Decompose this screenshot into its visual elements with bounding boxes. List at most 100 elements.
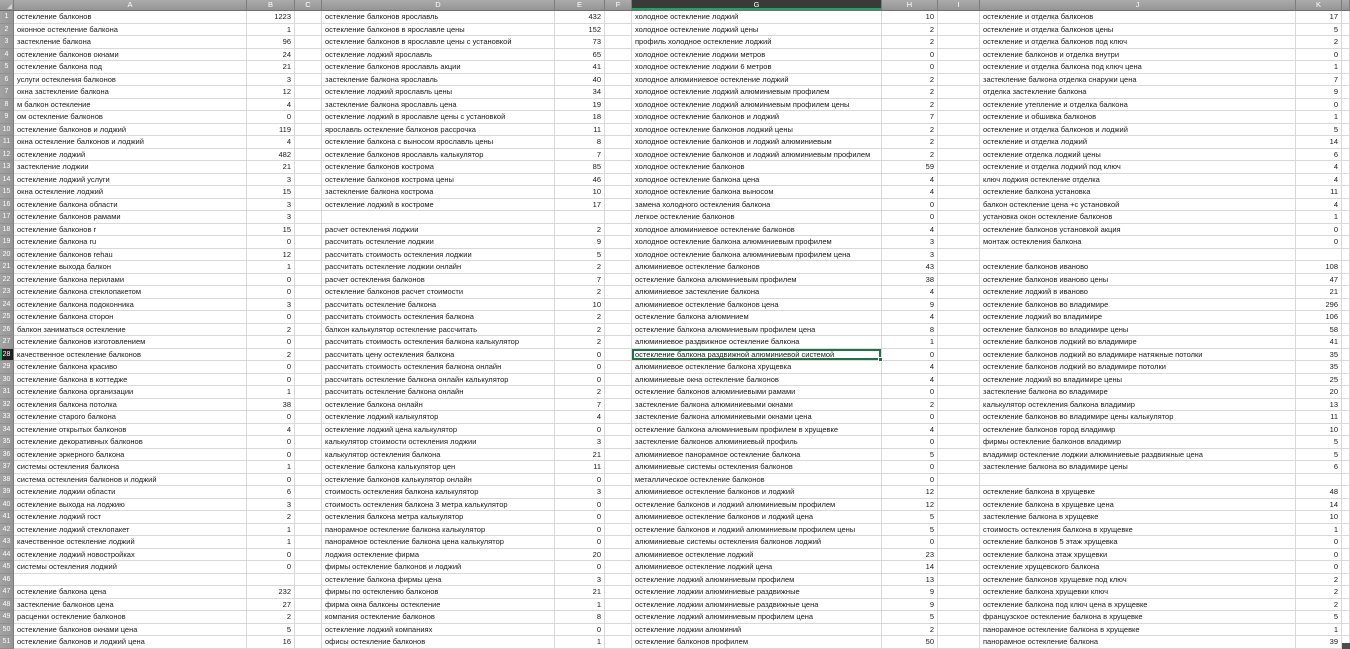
cell-I27[interactable] bbox=[938, 336, 980, 349]
cell-partial-42[interactable] bbox=[1342, 523, 1350, 536]
cell-partial-6[interactable] bbox=[1342, 73, 1350, 86]
cell-C3[interactable] bbox=[295, 36, 322, 49]
cell-I43[interactable] bbox=[938, 536, 980, 549]
cell-E17[interactable] bbox=[555, 211, 605, 224]
cell-D1[interactable]: остекление балконов ярославль bbox=[322, 11, 555, 24]
row-header-37[interactable]: 37 bbox=[0, 461, 14, 474]
row-header-22[interactable]: 22 bbox=[0, 273, 14, 286]
cell-G10[interactable]: холодное остекление балконов лоджий цены bbox=[632, 123, 882, 136]
cell-C21[interactable] bbox=[295, 261, 322, 274]
cell-A6[interactable]: услуги остекления балконов bbox=[14, 73, 247, 86]
cell-J17[interactable]: установка окон остекление балконов bbox=[980, 211, 1296, 224]
cell-I41[interactable] bbox=[938, 511, 980, 524]
cell-J26[interactable]: остекление балконов во владимире цены bbox=[980, 323, 1296, 336]
cell-K40[interactable]: 14 bbox=[1296, 498, 1342, 511]
cell-A20[interactable]: остекление балконов rehau bbox=[14, 248, 247, 261]
cell-A28[interactable]: качественное остекление балконов bbox=[14, 348, 247, 361]
cell-K3[interactable]: 2 bbox=[1296, 36, 1342, 49]
cell-partial-39[interactable] bbox=[1342, 486, 1350, 499]
cell-G16[interactable]: замена холодного остекления балкона bbox=[632, 198, 882, 211]
cell-J23[interactable]: остекление лоджий в иваново bbox=[980, 286, 1296, 299]
cell-B29[interactable]: 0 bbox=[247, 361, 295, 374]
cell-B46[interactable] bbox=[247, 573, 295, 586]
cell-partial-12[interactable] bbox=[1342, 148, 1350, 161]
cell-F50[interactable] bbox=[605, 623, 632, 636]
cell-F7[interactable] bbox=[605, 86, 632, 99]
cell-G39[interactable]: алюминиевое остекление балконов и лоджий bbox=[632, 486, 882, 499]
cell-E41[interactable]: 0 bbox=[555, 511, 605, 524]
row-header-48[interactable]: 48 bbox=[0, 598, 14, 611]
cell-K29[interactable]: 35 bbox=[1296, 361, 1342, 374]
cell-K18[interactable]: 0 bbox=[1296, 223, 1342, 236]
cell-J49[interactable]: французское остекление балкона в хрущевк… bbox=[980, 611, 1296, 624]
cell-H27[interactable]: 1 bbox=[882, 336, 938, 349]
cell-partial-8[interactable] bbox=[1342, 98, 1350, 111]
cell-J9[interactable]: остекление и обшивка балконов bbox=[980, 111, 1296, 124]
cell-G37[interactable]: алюминиевые системы остекления балконов bbox=[632, 461, 882, 474]
cell-K1[interactable]: 17 bbox=[1296, 11, 1342, 24]
cell-F51[interactable] bbox=[605, 636, 632, 649]
cell-I10[interactable] bbox=[938, 123, 980, 136]
column-header-I[interactable]: I bbox=[938, 0, 980, 11]
row-header-2[interactable]: 2 bbox=[0, 23, 14, 36]
cell-A43[interactable]: качественное остекление лоджий bbox=[14, 536, 247, 549]
cell-J14[interactable]: ключ лоджия остекление отделка bbox=[980, 173, 1296, 186]
cell-C34[interactable] bbox=[295, 423, 322, 436]
cell-G25[interactable]: остекление балкона алюминием bbox=[632, 311, 882, 324]
cell-E29[interactable]: 0 bbox=[555, 361, 605, 374]
cell-D16[interactable]: остекление лоджий в костроме bbox=[322, 198, 555, 211]
cell-G5[interactable]: холодное остекление лоджии 6 метров bbox=[632, 61, 882, 74]
cell-E21[interactable]: 2 bbox=[555, 261, 605, 274]
cell-G1[interactable]: холодное остекление лоджий bbox=[632, 11, 882, 24]
cell-G12[interactable]: холодное остекление балконов и лоджий ал… bbox=[632, 148, 882, 161]
cell-C40[interactable] bbox=[295, 498, 322, 511]
cell-G23[interactable]: алюминиевое застекление балкона bbox=[632, 286, 882, 299]
cell-C12[interactable] bbox=[295, 148, 322, 161]
cell-H30[interactable]: 4 bbox=[882, 373, 938, 386]
cell-F12[interactable] bbox=[605, 148, 632, 161]
cell-E27[interactable]: 2 bbox=[555, 336, 605, 349]
cell-G45[interactable]: алюминиевое остекление лоджий цена bbox=[632, 561, 882, 574]
cell-K14[interactable]: 4 bbox=[1296, 173, 1342, 186]
cell-K9[interactable]: 1 bbox=[1296, 111, 1342, 124]
cell-B33[interactable]: 0 bbox=[247, 411, 295, 424]
cell-G20[interactable]: холодное остекление балкона алюминиевым … bbox=[632, 248, 882, 261]
cell-F45[interactable] bbox=[605, 561, 632, 574]
cell-E13[interactable]: 85 bbox=[555, 161, 605, 174]
cell-G8[interactable]: холодное остекление лоджий алюминиевым п… bbox=[632, 98, 882, 111]
cell-partial-17[interactable] bbox=[1342, 211, 1350, 224]
cell-A30[interactable]: остекление балкона в коттедже bbox=[14, 373, 247, 386]
cell-C50[interactable] bbox=[295, 623, 322, 636]
cell-C33[interactable] bbox=[295, 411, 322, 424]
cell-C19[interactable] bbox=[295, 236, 322, 249]
cell-D32[interactable]: остекление балкона онлайн bbox=[322, 398, 555, 411]
row-header-21[interactable]: 21 bbox=[0, 261, 14, 274]
cell-A26[interactable]: балкон заниматься остекление bbox=[14, 323, 247, 336]
cell-partial-4[interactable] bbox=[1342, 48, 1350, 61]
cell-I33[interactable] bbox=[938, 411, 980, 424]
cell-I26[interactable] bbox=[938, 323, 980, 336]
cell-G6[interactable]: холодное алюминиевое остекление лоджий bbox=[632, 73, 882, 86]
cell-partial-25[interactable] bbox=[1342, 311, 1350, 324]
cell-A34[interactable]: остекление открытых балконов bbox=[14, 423, 247, 436]
cell-I14[interactable] bbox=[938, 173, 980, 186]
cell-C28[interactable] bbox=[295, 348, 322, 361]
cell-I21[interactable] bbox=[938, 261, 980, 274]
cell-I11[interactable] bbox=[938, 136, 980, 149]
cell-A13[interactable]: застекление лоджии bbox=[14, 161, 247, 174]
row-header-1[interactable]: 1 bbox=[0, 11, 14, 24]
cell-K12[interactable]: 6 bbox=[1296, 148, 1342, 161]
cell-F11[interactable] bbox=[605, 136, 632, 149]
cell-A12[interactable]: остекление лоджий bbox=[14, 148, 247, 161]
cell-F19[interactable] bbox=[605, 236, 632, 249]
cell-C29[interactable] bbox=[295, 361, 322, 374]
row-header-51[interactable]: 51 bbox=[0, 636, 14, 649]
cell-E18[interactable]: 2 bbox=[555, 223, 605, 236]
cell-D50[interactable]: остекление лоджий компаниях bbox=[322, 623, 555, 636]
cell-K30[interactable]: 25 bbox=[1296, 373, 1342, 386]
cell-K6[interactable]: 7 bbox=[1296, 73, 1342, 86]
cell-H41[interactable]: 5 bbox=[882, 511, 938, 524]
cell-H9[interactable]: 7 bbox=[882, 111, 938, 124]
row-header-38[interactable]: 38 bbox=[0, 473, 14, 486]
cell-D40[interactable]: стоимость остекления балкона 3 метра кал… bbox=[322, 498, 555, 511]
